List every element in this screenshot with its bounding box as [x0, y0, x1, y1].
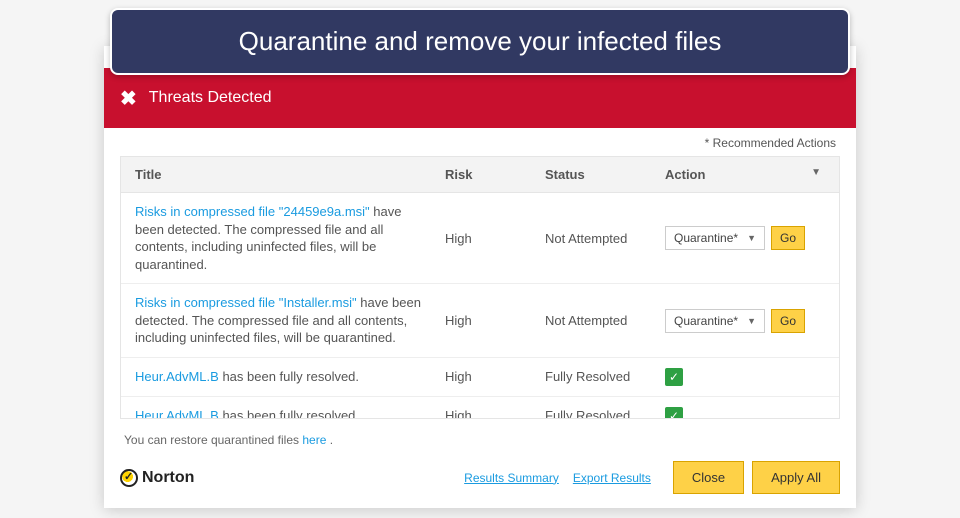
brand-label: Norton — [142, 469, 194, 487]
threat-description: has been fully resolved. — [219, 408, 359, 418]
dialog-content: * Recommended Actions Title Risk Status … — [104, 128, 856, 453]
dialog-title: Threats Detected — [149, 89, 272, 107]
status-cell: Not Attempted — [545, 231, 665, 246]
status-cell: Not Attempted — [545, 313, 665, 328]
go-button[interactable]: Go — [771, 226, 805, 250]
close-button[interactable]: Close — [673, 461, 744, 494]
threats-dialog: ✖ Threats Detected * Recommended Actions… — [104, 46, 856, 508]
action-cell: ✓ — [665, 407, 825, 418]
restore-note: You can restore quarantined files here . — [120, 419, 840, 453]
promo-banner: Quarantine and remove your infected file… — [110, 8, 850, 75]
chevron-down-icon: ▼ — [747, 233, 756, 243]
threat-title-cell: Risks in compressed file "24459e9a.msi" … — [135, 203, 445, 273]
chevron-down-icon: ▼ — [747, 316, 756, 326]
recommended-actions-note: * Recommended Actions — [120, 128, 840, 156]
action-select[interactable]: Quarantine*▼ — [665, 226, 765, 250]
results-summary-link[interactable]: Results Summary — [464, 471, 559, 485]
norton-logo: Norton — [120, 469, 194, 487]
resolved-check-icon: ✓ — [665, 368, 683, 386]
table-row[interactable]: Heur.AdvML.B has been fully resolved.Hig… — [121, 358, 839, 397]
alert-x-icon: ✖ — [120, 86, 137, 111]
risk-cell: High — [445, 231, 545, 246]
threats-table: Title Risk Status Action ▼ Risks in comp… — [120, 156, 840, 419]
col-action[interactable]: Action ▼ — [665, 167, 825, 182]
risk-cell: High — [445, 313, 545, 328]
action-cell: ✓ — [665, 368, 825, 386]
go-button[interactable]: Go — [771, 309, 805, 333]
status-cell: Fully Resolved — [545, 369, 665, 384]
table-row[interactable]: Risks in compressed file "Installer.msi"… — [121, 284, 839, 358]
apply-all-button[interactable]: Apply All — [752, 461, 840, 494]
threat-link[interactable]: Risks in compressed file "Installer.msi" — [135, 295, 357, 310]
action-cell: Quarantine*▼Go — [665, 309, 825, 333]
col-risk[interactable]: Risk — [445, 167, 545, 182]
table-header: Title Risk Status Action ▼ — [121, 157, 839, 193]
norton-logo-icon — [120, 469, 138, 487]
status-cell: Fully Resolved — [545, 408, 665, 418]
threat-title-cell: Heur.AdvML.B has been fully resolved. — [135, 407, 445, 418]
action-cell: Quarantine*▼Go — [665, 226, 825, 250]
dialog-titlebar: ✖ Threats Detected — [104, 68, 856, 128]
action-select[interactable]: Quarantine*▼ — [665, 309, 765, 333]
table-row[interactable]: Risks in compressed file "24459e9a.msi" … — [121, 193, 839, 284]
export-results-link[interactable]: Export Results — [573, 471, 651, 485]
threat-description: has been fully resolved. — [219, 369, 359, 384]
restore-link[interactable]: here — [302, 433, 326, 447]
table-body[interactable]: Risks in compressed file "24459e9a.msi" … — [121, 193, 839, 418]
dialog-footer: Norton Results Summary Export Results Cl… — [104, 453, 856, 508]
threat-title-cell: Heur.AdvML.B has been fully resolved. — [135, 368, 445, 386]
threat-link[interactable]: Heur.AdvML.B — [135, 369, 219, 384]
threat-title-cell: Risks in compressed file "Installer.msi"… — [135, 294, 445, 347]
col-title[interactable]: Title — [135, 167, 445, 182]
table-row[interactable]: Heur.AdvML.B has been fully resolved.Hig… — [121, 397, 839, 418]
chevron-down-icon[interactable]: ▼ — [811, 167, 821, 178]
col-status[interactable]: Status — [545, 167, 665, 182]
risk-cell: High — [445, 408, 545, 418]
risk-cell: High — [445, 369, 545, 384]
threat-link[interactable]: Heur.AdvML.B — [135, 408, 219, 418]
resolved-check-icon: ✓ — [665, 407, 683, 418]
threat-link[interactable]: Risks in compressed file "24459e9a.msi" — [135, 204, 370, 219]
